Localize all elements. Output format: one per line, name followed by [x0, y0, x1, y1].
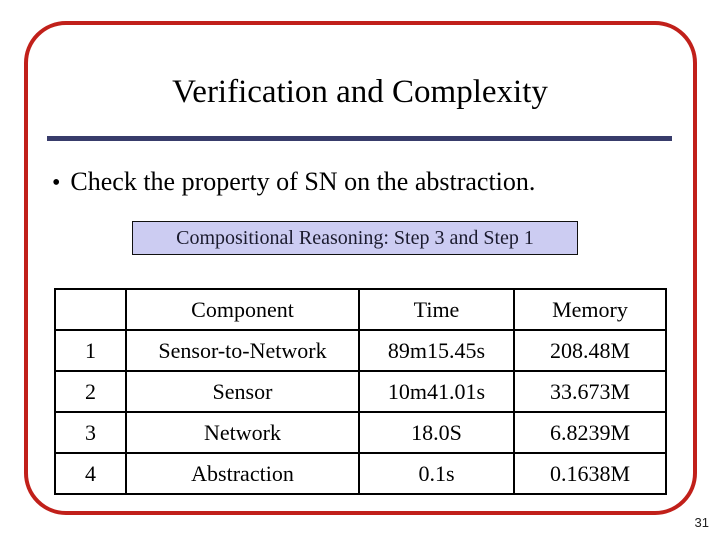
- slide: Verification and Complexity • Check the …: [0, 0, 720, 540]
- bullet-text: Check the property of SN on the abstract…: [70, 167, 536, 196]
- table-row: 3 Network 18.0S 6.8239M: [54, 411, 667, 454]
- cell-component: Sensor: [125, 370, 360, 413]
- cell-memory: 6.8239M: [513, 411, 667, 454]
- title-divider: [47, 136, 672, 141]
- cell-time: 89m15.45s: [358, 329, 515, 372]
- page-number: 31: [694, 515, 709, 530]
- table-row: 1 Sensor-to-Network 89m15.45s 208.48M: [54, 329, 667, 372]
- cell-time: 0.1s: [358, 452, 515, 495]
- table-body: 1 Sensor-to-Network 89m15.45s 208.48M 2 …: [54, 329, 667, 495]
- bullet-marker-icon: •: [52, 170, 61, 196]
- table-row: 2 Sensor 10m41.01s 33.673M: [54, 370, 667, 413]
- results-table: Component Time Memory 1 Sensor-to-Networ…: [54, 288, 667, 495]
- column-header-component: Component: [125, 288, 360, 331]
- column-header-index: [54, 288, 127, 331]
- cell-component: Sensor-to-Network: [125, 329, 360, 372]
- page-title: Verification and Complexity: [172, 74, 548, 110]
- cell-index: 3: [54, 411, 127, 454]
- callout-label: Compositional Reasoning: Step 3 and Step…: [176, 227, 534, 249]
- table-header: Component Time Memory: [54, 288, 667, 331]
- cell-memory: 33.673M: [513, 370, 667, 413]
- callout-box: Compositional Reasoning: Step 3 and Step…: [132, 221, 578, 255]
- column-header-memory: Memory: [513, 288, 667, 331]
- cell-memory: 208.48M: [513, 329, 667, 372]
- cell-time: 10m41.01s: [358, 370, 515, 413]
- table-header-row: Component Time Memory: [54, 288, 667, 331]
- bullet-item: • Check the property of SN on the abstra…: [52, 166, 672, 198]
- cell-index: 4: [54, 452, 127, 495]
- cell-component: Abstraction: [125, 452, 360, 495]
- cell-index: 1: [54, 329, 127, 372]
- table-row: 4 Abstraction 0.1s 0.1638M: [54, 452, 667, 495]
- cell-time: 18.0S: [358, 411, 515, 454]
- cell-index: 2: [54, 370, 127, 413]
- cell-component: Network: [125, 411, 360, 454]
- column-header-time: Time: [358, 288, 515, 331]
- cell-memory: 0.1638M: [513, 452, 667, 495]
